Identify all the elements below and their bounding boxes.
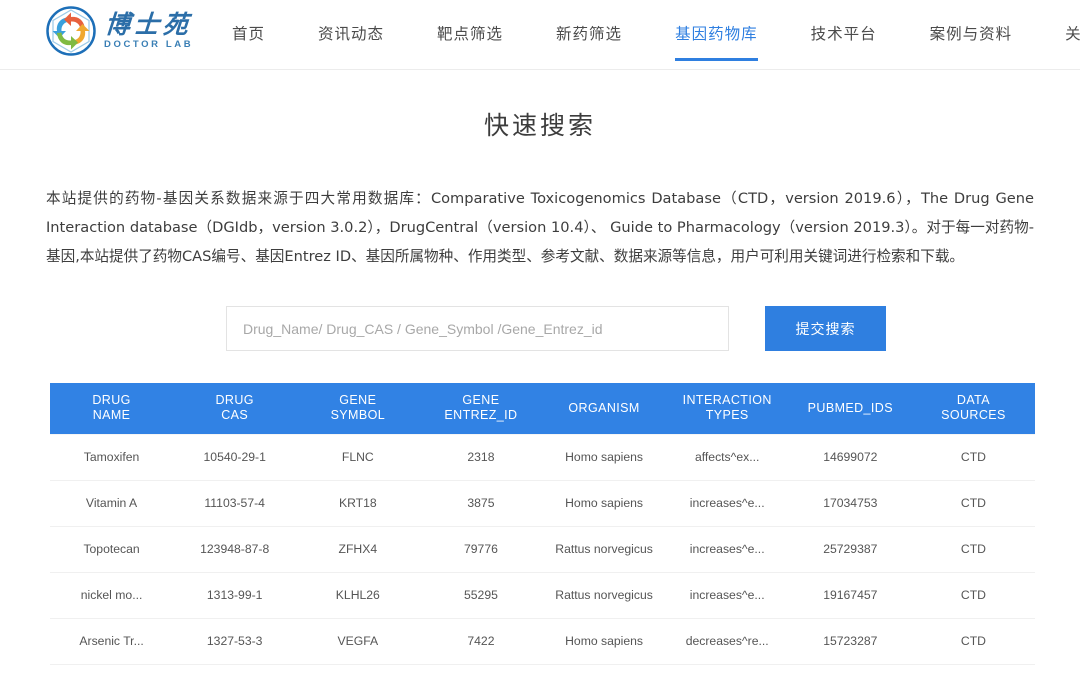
column-header-interaction-types[interactable]: INTERACTION TYPES (665, 383, 789, 434)
nav-item-about-us[interactable]: 关于我们 (1065, 0, 1080, 70)
table-row[interactable]: Topotecan 123948-87-8 ZFHX4 79776 Rattus… (50, 526, 1035, 573)
cell-organism: Homo sapiens (542, 618, 666, 665)
cell-organism: Homo sapiens (542, 480, 666, 527)
page-title: 快速搜索 (483, 111, 596, 140)
cell-gene-symbol: ZFHX4 (296, 526, 420, 573)
site-header: 博士苑 DOCTOR LAB 首页 资讯动态 靶点筛选 新药筛选 基因药物库 技… (0, 0, 1080, 70)
cell-drug-name: nickel mo... (50, 572, 174, 619)
column-header-line2: SYMBOL (330, 408, 386, 423)
nav-item-cases-and-materials[interactable]: 案例与资料 (930, 0, 1013, 70)
column-header-data-sources[interactable]: DATA SOURCES (911, 383, 1035, 434)
table-header-row: DRUG NAME DRUG CAS GENE SYMBOL GENE ENTR… (50, 383, 1035, 434)
cell-pubmed-ids: 14699072 (788, 433, 912, 481)
table-body: Tamoxifen 10540-29-1 FLNC 2318 Homo sapi… (50, 433, 1035, 665)
cell-gene-symbol: FLNC (296, 433, 420, 481)
cell-drug-cas: 1313-99-1 (173, 572, 297, 619)
brand-wordmark: 博士苑 DOCTOR LAB (104, 10, 194, 51)
column-header-line1: DRUG (92, 393, 131, 408)
nav-item-news[interactable]: 资讯动态 (318, 0, 384, 70)
cell-interaction-types: decreases^re... (665, 618, 789, 665)
search-bar: 提交搜索 (0, 306, 1080, 351)
cell-gene-symbol: KRT18 (296, 480, 420, 527)
column-header-line1: INTERACTION (682, 393, 772, 408)
cell-gene-entrez-id: 3875 (419, 480, 543, 527)
cell-drug-name: Arsenic Tr... (50, 618, 174, 665)
table-row[interactable]: Tamoxifen 10540-29-1 FLNC 2318 Homo sapi… (50, 433, 1035, 481)
column-header-organism[interactable]: ORGANISM (542, 383, 666, 434)
table-row[interactable]: Vitamin A 11103-57-4 KRT18 3875 Homo sap… (50, 480, 1035, 527)
brand-logo[interactable]: 博士苑 DOCTOR LAB (46, 6, 193, 56)
nav-item-home[interactable]: 首页 (232, 0, 265, 70)
column-header-line1: DRUG (215, 393, 254, 408)
cell-drug-cas: 10540-29-1 (173, 433, 297, 481)
cell-interaction-types: increases^e... (665, 480, 789, 527)
nav-item-drug-screening[interactable]: 新药筛选 (556, 0, 622, 70)
table-row[interactable]: nickel mo... 1313-99-1 KLHL26 55295 Ratt… (50, 572, 1035, 619)
cell-gene-symbol: VEGFA (296, 618, 420, 665)
main-navigation: 首页 资讯动态 靶点筛选 新药筛选 基因药物库 技术平台 案例与资料 关于我们 (232, 0, 1080, 70)
column-header-line2: NAME (92, 408, 131, 423)
cell-drug-name: Topotecan (50, 526, 174, 573)
column-header-line2: TYPES (705, 408, 749, 423)
column-header-line1: GENE (339, 393, 377, 408)
column-header-line2: SOURCES (941, 408, 1006, 423)
cell-data-sources: CTD (911, 433, 1035, 481)
nav-item-tech-platform[interactable]: 技术平台 (811, 0, 877, 70)
brand-name-en: DOCTOR LAB (104, 39, 194, 51)
results-table-container: DRUG NAME DRUG CAS GENE SYMBOL GENE ENTR… (50, 383, 1035, 665)
pinwheel-circle-logo-icon (46, 6, 96, 56)
cell-pubmed-ids: 15723287 (788, 618, 912, 665)
brand-name-cn: 博士苑 (104, 10, 194, 40)
cell-gene-entrez-id: 2318 (419, 433, 543, 481)
column-header-line2: ENTREZ_ID (444, 408, 518, 423)
cell-pubmed-ids: 17034753 (788, 480, 912, 527)
nav-item-target-screening[interactable]: 靶点筛选 (437, 0, 503, 70)
gene-drug-results-table: DRUG NAME DRUG CAS GENE SYMBOL GENE ENTR… (50, 383, 1035, 665)
column-header-line1: PUBMED_IDS (807, 400, 893, 415)
cell-gene-entrez-id: 55295 (419, 572, 543, 619)
cell-drug-name: Vitamin A (50, 480, 174, 527)
cell-drug-cas: 11103-57-4 (173, 480, 297, 527)
cell-drug-name: Tamoxifen (50, 433, 174, 481)
cell-drug-cas: 1327-53-3 (173, 618, 297, 665)
column-header-line1: GENE (462, 393, 500, 408)
cell-pubmed-ids: 25729387 (788, 526, 912, 573)
table-header: DRUG NAME DRUG CAS GENE SYMBOL GENE ENTR… (50, 383, 1035, 434)
column-header-gene-entrez-id[interactable]: GENE ENTREZ_ID (419, 383, 543, 434)
cell-gene-symbol: KLHL26 (296, 572, 420, 619)
cell-gene-entrez-id: 7422 (419, 618, 543, 665)
cell-interaction-types: increases^e... (665, 572, 789, 619)
nav-item-gene-drug-database[interactable]: 基因药物库 (675, 0, 758, 70)
search-input[interactable] (226, 306, 729, 351)
cell-organism: Rattus norvegicus (542, 526, 666, 573)
column-header-drug-cas[interactable]: DRUG CAS (173, 383, 297, 434)
cell-data-sources: CTD (911, 526, 1035, 573)
table-row[interactable]: Arsenic Tr... 1327-53-3 VEGFA 7422 Homo … (50, 618, 1035, 665)
submit-search-button[interactable]: 提交搜索 (765, 306, 886, 351)
cell-gene-entrez-id: 79776 (419, 526, 543, 573)
cell-interaction-types: affects^ex... (665, 433, 789, 481)
cell-pubmed-ids: 19167457 (788, 572, 912, 619)
column-header-pubmed-ids[interactable]: PUBMED_IDS (788, 383, 912, 434)
cell-data-sources: CTD (911, 618, 1035, 665)
column-header-line1: ORGANISM (568, 400, 640, 415)
cell-organism: Homo sapiens (542, 433, 666, 481)
column-header-drug-name[interactable]: DRUG NAME (50, 383, 174, 434)
column-header-line1: DATA (956, 393, 990, 408)
database-description: 本站提供的药物-基因关系数据来源于四大常用数据库：Comparative Tox… (46, 190, 1034, 265)
cell-organism: Rattus norvegicus (542, 572, 666, 619)
cell-data-sources: CTD (911, 572, 1035, 619)
cell-interaction-types: increases^e... (665, 526, 789, 573)
column-header-gene-symbol[interactable]: GENE SYMBOL (296, 383, 420, 434)
cell-drug-cas: 123948-87-8 (173, 526, 297, 573)
cell-data-sources: CTD (911, 480, 1035, 527)
column-header-line2: CAS (221, 408, 249, 423)
